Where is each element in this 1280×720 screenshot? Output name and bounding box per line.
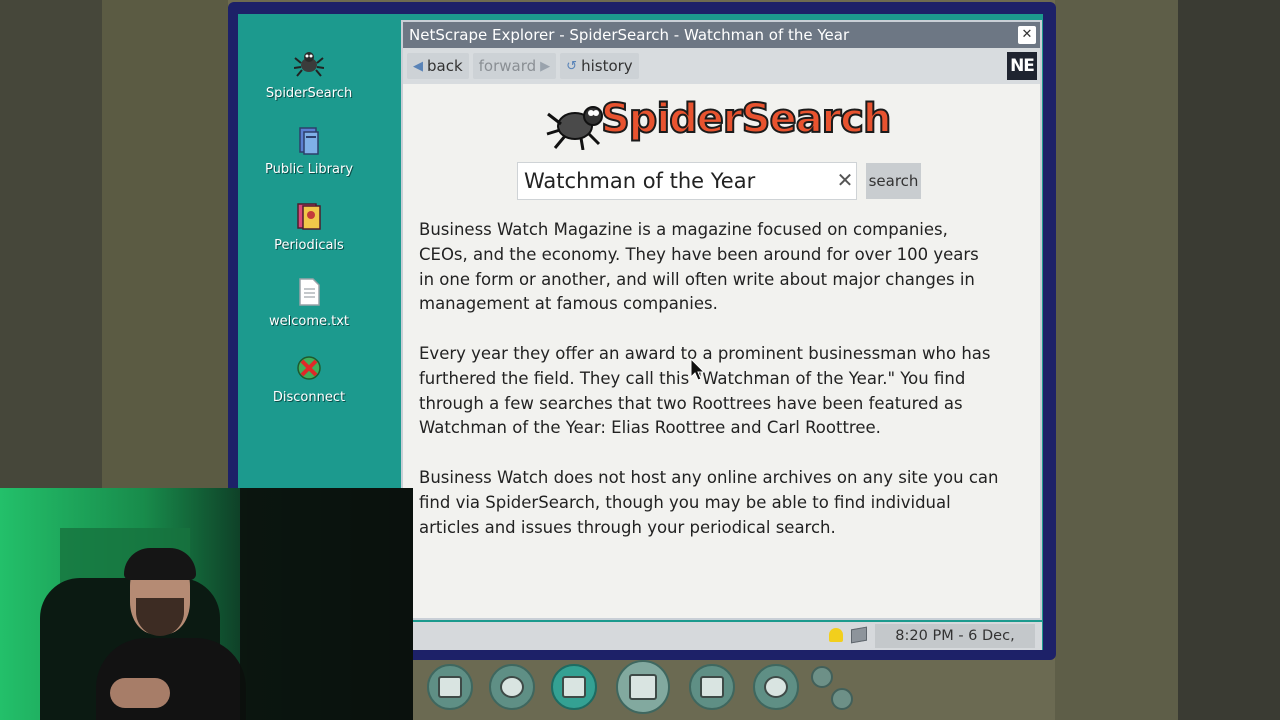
search-input[interactable]: Watchman of the Year [517,162,857,200]
taskbar-profile-button[interactable] [753,664,799,710]
magnifier-icon [500,676,524,698]
corkboard-icon [438,676,462,698]
magazine-icon [294,200,324,232]
desktop-icon-label: welcome.txt [268,314,350,329]
notebook-icon [700,676,724,698]
arrow-left-icon: ◀ [413,58,423,74]
desktop-icon-periodicals[interactable]: Periodicals [256,200,362,253]
clear-search-icon[interactable]: ✕ [835,170,855,190]
desktop-icon-label: SpiderSearch [265,86,353,101]
clock: 8:20 PM - 6 Dec, 1998 [875,624,1035,648]
browser-toolbar: ◀ back forward ▶ ↺ history NE [403,48,1040,84]
taskbar-notebook-button[interactable] [689,664,735,710]
network-icon[interactable] [851,626,867,644]
search-result-article: Business Watch Magazine is a magazine fo… [419,218,999,565]
browser-titlebar: NetScrape Explorer - SpiderSearch - Watc… [403,22,1040,48]
article-paragraph: Business Watch does not host any online … [419,467,999,537]
spidersearch-logo-text: SpiderSearch [600,95,892,143]
webcam-person-hand [110,678,170,708]
taskbar-search-button[interactable] [489,664,535,710]
desktop-icon-disconnect[interactable]: Disconnect [256,352,362,405]
search-button[interactable]: search [866,163,921,199]
mouse-cursor-icon [690,358,706,381]
text-file-icon [294,276,324,308]
arrow-right-icon: ▶ [540,58,551,74]
game-taskbar [413,660,1073,720]
webcam-dark-room [240,488,413,720]
spidersearch-logo: SpiderSearch [545,92,905,150]
disconnect-icon [294,352,324,384]
close-button[interactable]: ✕ [1018,26,1036,44]
article-paragraph: Every year they offer an award to a prom… [419,343,991,438]
history-button[interactable]: ↺ history [560,53,639,79]
desktop-icon-label: Periodicals [274,238,344,253]
desktop-icon-welcome-txt[interactable]: welcome.txt [256,276,362,329]
settings-gear-icon[interactable] [831,688,853,710]
webcam-person-cap [124,548,196,580]
netscrape-logo: NE [1007,52,1037,80]
forward-button[interactable]: forward ▶ [472,53,557,79]
person-icon [764,676,788,698]
spider-logo-icon [546,106,603,150]
back-label: back [427,57,463,75]
forward-label: forward [478,57,537,75]
books-icon [294,124,324,156]
desktop-icon-label: Public Library [264,162,354,177]
taskbar-board-button[interactable] [427,664,473,710]
computer-icon [562,676,586,698]
history-icon: ↺ [566,58,578,74]
desktop-icon-label: Disconnect [272,390,346,405]
spider-icon [293,48,325,80]
close-icon: ✕ [1021,27,1033,42]
notification-bell-icon[interactable] [829,628,843,642]
room-background-shadow [1178,0,1280,720]
browser-window: NetScrape Explorer - SpiderSearch - Watc… [401,20,1042,620]
status-bar: 8:20 PM - 6 Dec, 1998 [401,622,1042,650]
house-icon [629,674,657,700]
window-title: NetScrape Explorer - SpiderSearch - Watc… [409,26,850,44]
article-paragraph: Business Watch Magazine is a magazine fo… [419,220,979,314]
page-content: SpiderSearch Watchman of the Year ✕ sear… [403,84,1040,618]
taskbar-tape-button[interactable] [811,666,833,688]
taskbar-home-button[interactable] [616,660,670,714]
streamer-webcam [0,488,413,720]
back-button[interactable]: ◀ back [407,53,469,79]
taskbar-computer-button[interactable] [551,664,597,710]
desktop-icon-public-library[interactable]: Public Library [256,124,362,177]
history-label: history [581,57,633,75]
desktop-icon-spidersearch[interactable]: SpiderSearch [256,48,362,101]
